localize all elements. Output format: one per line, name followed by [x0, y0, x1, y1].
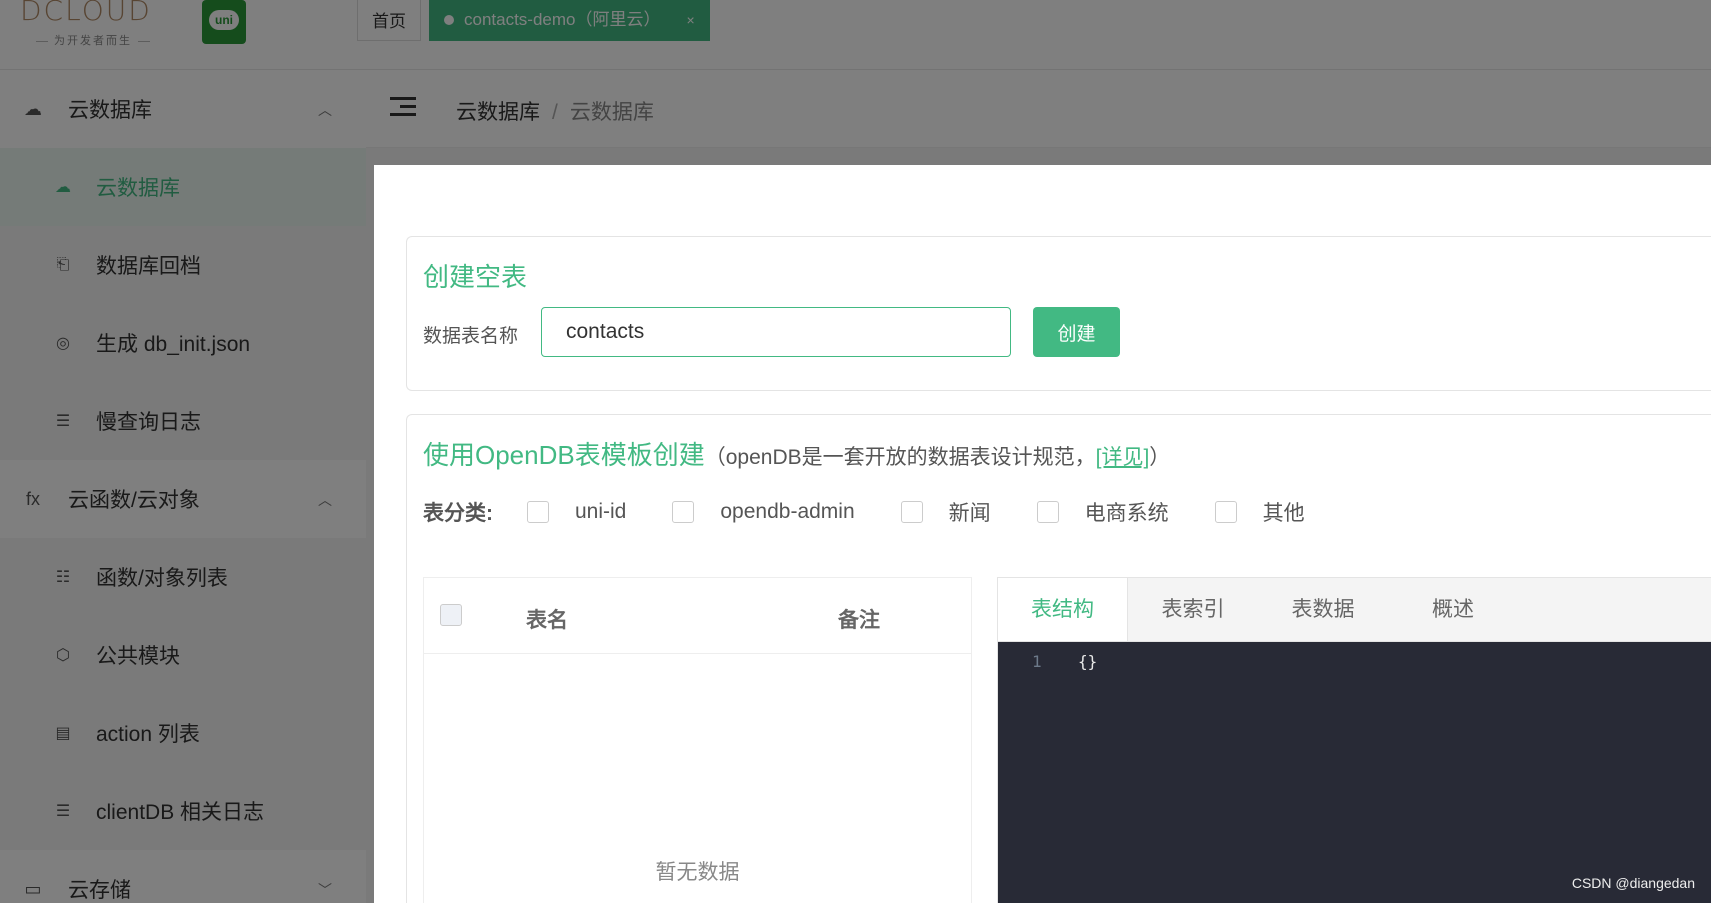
editor-tabs: 表结构 表索引 表数据 概述 [998, 578, 1711, 642]
checkbox-icon [1214, 501, 1237, 523]
table-name-label: 数据表名称 [423, 326, 519, 347]
empty-state: 暂无数据 [655, 861, 740, 884]
table-name-input[interactable] [541, 307, 1011, 357]
opendb-details-link[interactable]: [详见] [1096, 446, 1150, 469]
create-empty-table-title: 创建空表 [423, 262, 528, 292]
checkbox-icon [1036, 501, 1059, 523]
category-checkbox-uni-id[interactable]: uni-id [527, 500, 626, 524]
table-header: 表名 备注 [424, 578, 971, 654]
code-editor[interactable]: 1 {} [998, 642, 1711, 903]
template-table: 表名 备注 暂无数据 [423, 577, 972, 903]
category-checkbox-opendb-admin[interactable]: opendb-admin [672, 500, 855, 524]
tab-overview[interactable]: 概述 [1388, 578, 1518, 641]
opendb-title: 使用OpenDB表模板创建（openDB是一套开放的数据表设计规范，[详见]） [423, 435, 1170, 472]
tab-data[interactable]: 表数据 [1258, 578, 1388, 641]
opendb-template-card: 使用OpenDB表模板创建（openDB是一套开放的数据表设计规范，[详见]） … [406, 414, 1711, 903]
schema-editor: 表结构 表索引 表数据 概述 1 {} [997, 577, 1711, 903]
category-checkbox-label: uni-id [575, 500, 627, 523]
category-label: 表分类: [423, 502, 493, 525]
category-filter: 表分类: uni-id opendb-admin 新闻 电商系统 其他 [423, 497, 1351, 527]
create-button[interactable]: 创建 [1033, 307, 1120, 357]
category-checkbox-ecommerce[interactable]: 电商系统 [1036, 497, 1169, 527]
opendb-description: （openDB是一套开放的数据表设计规范， [704, 446, 1096, 469]
category-checkbox-other[interactable]: 其他 [1214, 497, 1305, 527]
category-checkbox-label: 其他 [1262, 502, 1305, 525]
code-text: {} [1078, 652, 1098, 671]
category-checkbox-label: 新闻 [948, 502, 991, 525]
watermark: CSDN @diangedan [1571, 875, 1695, 891]
opendb-description-end: ） [1149, 446, 1171, 469]
checkbox-icon [900, 501, 923, 523]
line-number: 1 [1032, 652, 1042, 671]
category-checkbox-label: opendb-admin [720, 500, 855, 523]
select-all-checkbox[interactable] [440, 604, 462, 626]
category-checkbox-news[interactable]: 新闻 [900, 497, 991, 527]
checkbox-icon [672, 501, 695, 523]
column-header-note: 备注 [838, 609, 880, 632]
tab-schema[interactable]: 表结构 [998, 578, 1128, 641]
opendb-title-text: 使用OpenDB表模板创建 [423, 440, 705, 470]
create-empty-table-card: 创建空表 数据表名称 创建 [406, 236, 1711, 391]
column-header-name: 表名 [526, 609, 568, 632]
checkbox-icon [527, 501, 549, 523]
category-checkbox-label: 电商系统 [1084, 502, 1169, 525]
tab-index[interactable]: 表索引 [1128, 578, 1258, 641]
